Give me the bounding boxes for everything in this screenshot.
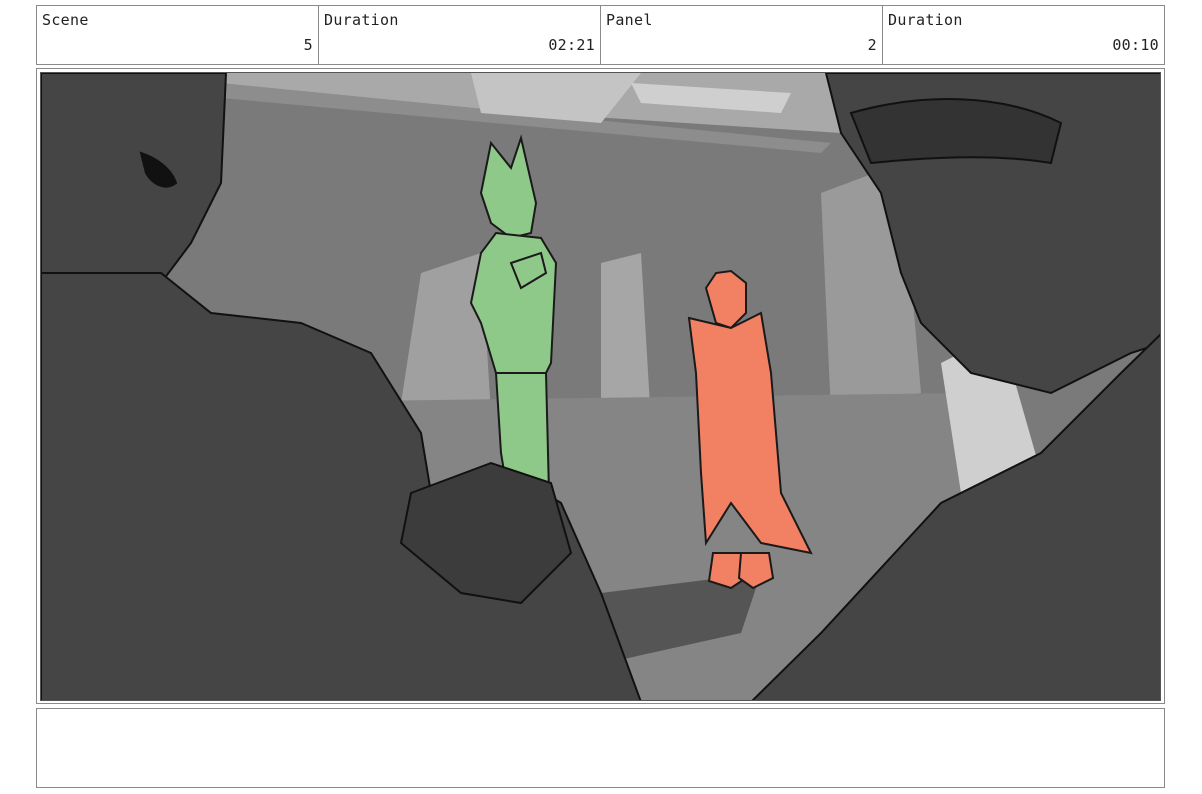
scene-duration-label: Duration <box>324 11 399 29</box>
panel-drawing <box>41 73 1160 700</box>
panel-label: Panel <box>606 11 653 29</box>
storyboard-header: Scene 5 Duration 02:21 Panel 2 Duration … <box>36 5 1165 65</box>
panel-notes-box[interactable] <box>36 708 1165 788</box>
scene-duration-value[interactable]: 02:21 <box>548 36 595 54</box>
scene-label: Scene <box>42 11 89 29</box>
scene-duration-cell: Duration 02:21 <box>319 6 601 64</box>
scene-number[interactable]: 5 <box>304 36 313 54</box>
panel-duration-cell: Duration 00:10 <box>883 6 1164 64</box>
panel-duration-value[interactable]: 00:10 <box>1112 36 1159 54</box>
panel-number[interactable]: 2 <box>868 36 877 54</box>
panel-duration-label: Duration <box>888 11 963 29</box>
panel-cell: Panel 2 <box>601 6 883 64</box>
scene-cell: Scene 5 <box>37 6 319 64</box>
storyboard-panel-image[interactable] <box>40 72 1161 701</box>
